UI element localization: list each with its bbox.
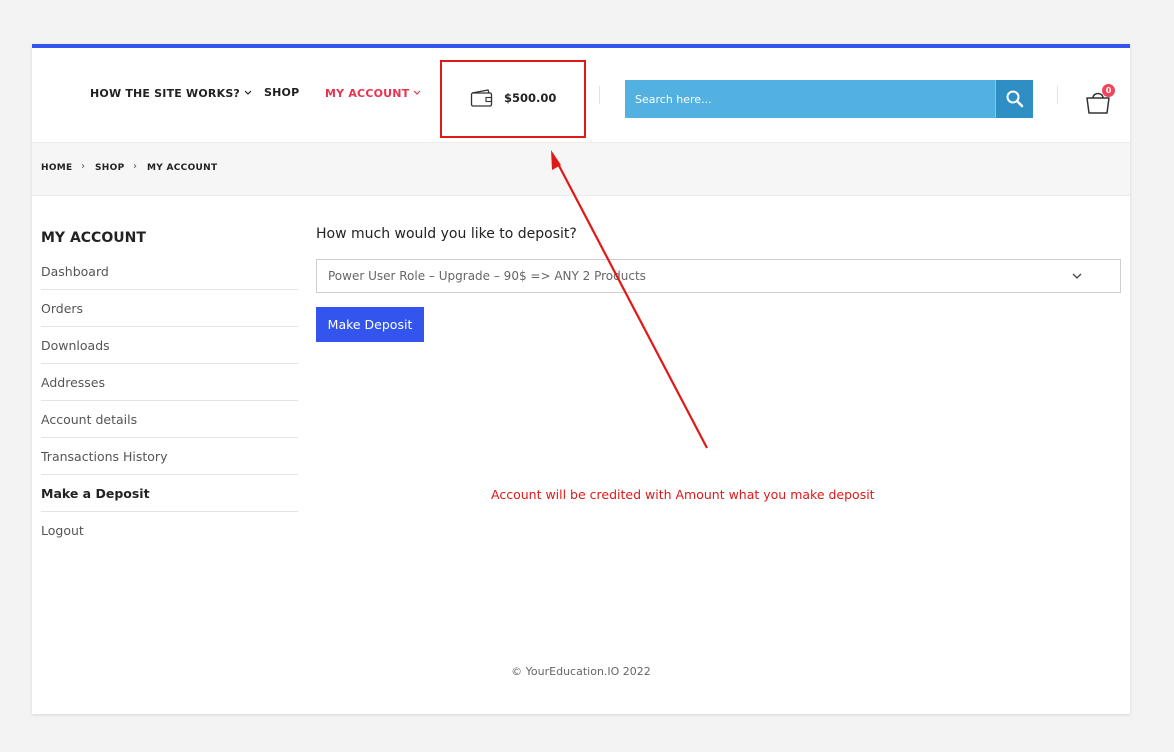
selected-option: Power User Role – Upgrade – 90$ => ANY 2… (328, 269, 646, 283)
nav-my-account[interactable]: MY ACCOUNT (325, 86, 421, 100)
chevron-down-icon (413, 86, 421, 99)
sidebar-title: MY ACCOUNT (41, 230, 146, 246)
breadcrumb-current: MY ACCOUNT (147, 163, 218, 173)
sidebar-item-make-a-deposit[interactable]: Make a Deposit (41, 475, 298, 512)
chevron-down-icon (1072, 268, 1082, 287)
nav-how-the-site-works[interactable]: HOW THE SITE WORKS? (90, 86, 252, 100)
chevron-down-icon (244, 86, 252, 99)
breadcrumb-separator-icon: › (133, 161, 137, 172)
search-input[interactable] (625, 80, 995, 118)
sidebar-item-account-details[interactable]: Account details (41, 401, 298, 438)
wallet-balance[interactable]: $500.00 (440, 60, 586, 138)
make-deposit-button[interactable]: Make Deposit (316, 307, 424, 342)
header-divider (1057, 86, 1058, 104)
sidebar-item-addresses[interactable]: Addresses (41, 364, 298, 401)
wallet-amount: $500.00 (504, 91, 557, 105)
footer-copyright: © YourEducation.IO 2022 (511, 665, 651, 678)
site-header: HOW THE SITE WORKS? SHOP MY ACCOUNT $500… (32, 48, 1130, 142)
breadcrumb-separator-icon: › (81, 161, 85, 172)
breadcrumb: HOME › SHOP › MY ACCOUNT (32, 142, 1130, 196)
deposit-question: How much would you like to deposit? (316, 226, 577, 242)
cart-button[interactable]: 0 (1084, 84, 1118, 116)
deposit-amount-select[interactable]: Power User Role – Upgrade – 90$ => ANY 2… (316, 259, 1121, 293)
sidebar-item-logout[interactable]: Logout (41, 512, 298, 549)
wallet-icon (470, 88, 494, 112)
sidebar-item-downloads[interactable]: Downloads (41, 327, 298, 364)
cart-count-badge: 0 (1102, 84, 1115, 97)
account-nav: Dashboard Orders Downloads Addresses Acc… (41, 253, 298, 549)
sidebar-item-dashboard[interactable]: Dashboard (41, 253, 298, 290)
sidebar-item-transactions-history[interactable]: Transactions History (41, 438, 298, 475)
search-icon (1006, 90, 1024, 108)
annotation-note: Account will be credited with Amount wha… (491, 487, 875, 502)
page-frame: HOW THE SITE WORKS? SHOP MY ACCOUNT $500… (32, 44, 1130, 714)
breadcrumb-shop[interactable]: SHOP (95, 163, 124, 173)
breadcrumb-home[interactable]: HOME (41, 163, 73, 173)
nav-shop[interactable]: SHOP (264, 86, 299, 99)
header-divider (599, 86, 600, 104)
sidebar-item-orders[interactable]: Orders (41, 290, 298, 327)
search-button[interactable] (995, 80, 1033, 118)
search-bar (625, 80, 1033, 118)
